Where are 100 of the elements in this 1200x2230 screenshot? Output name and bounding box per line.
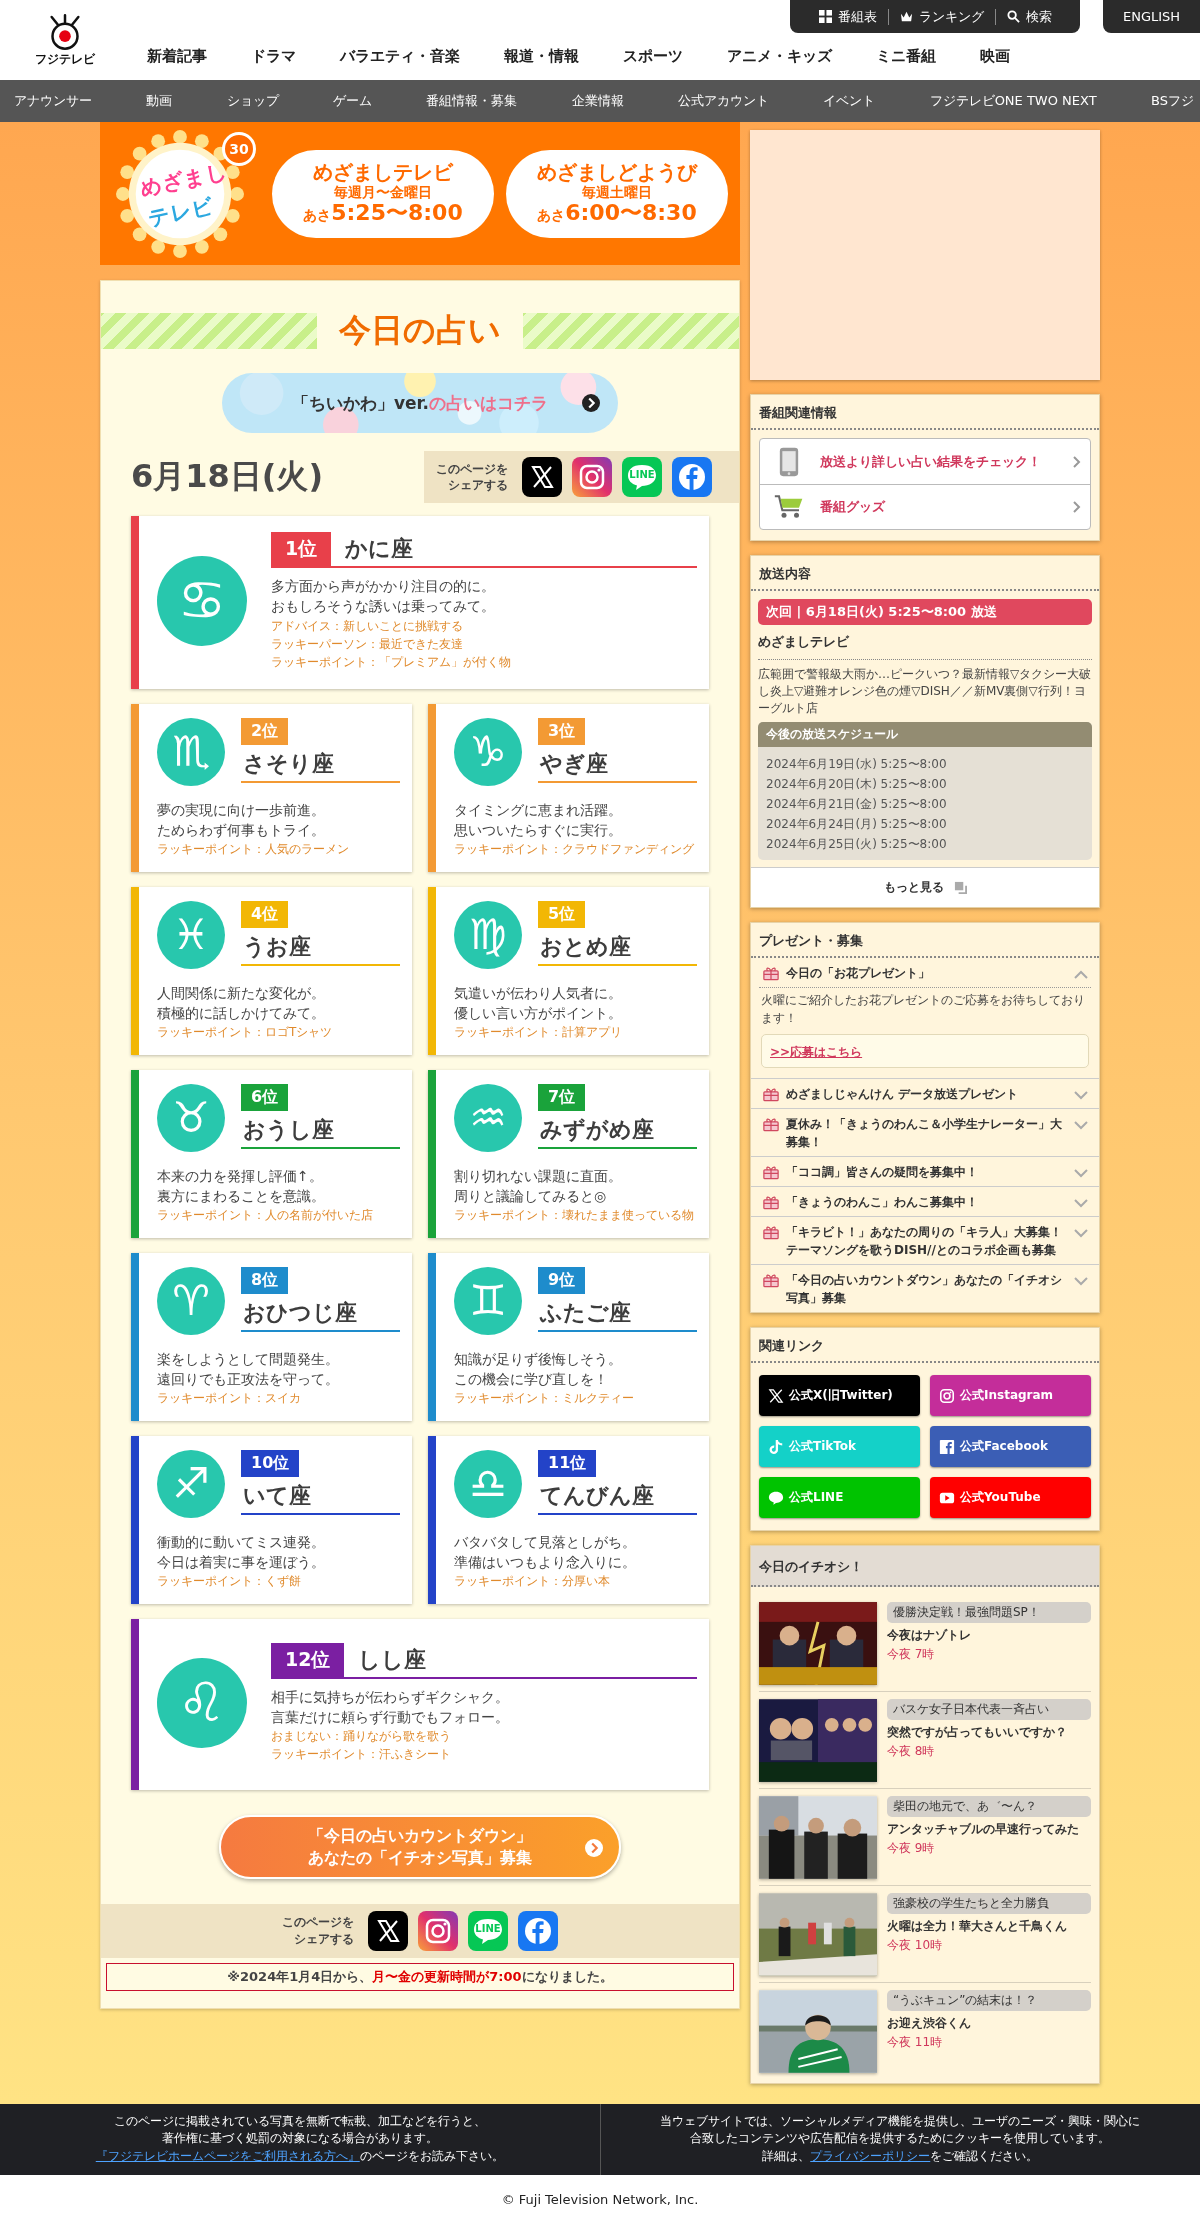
line-logo-icon: [768, 1489, 784, 1506]
accordion-item[interactable]: 「ココ調」皆さんの疑問を募集中！: [751, 1157, 1099, 1187]
fortune-text: タイミングに恵まれ活躍。 思いついたらすぐに実行。: [454, 800, 623, 840]
recommend-item[interactable]: 強豪校の学生たちと全力勝負 火曜は全力！華大さんと千鳥くん 今夜 10時: [759, 1885, 1091, 1983]
gift-icon: [763, 1087, 779, 1103]
zodiac-icon: ♉: [157, 1083, 225, 1152]
related-link[interactable]: 番組グッズ: [760, 484, 1090, 529]
chevron-down-icon: [1073, 1276, 1089, 1287]
accordion-item[interactable]: 「キラビト！」あなたの周りの「キラ人」大募集！テーマソングを歌うDISH//とのコラボ企画も募集: [751, 1217, 1099, 1265]
footer-link[interactable]: プライバシーポリシー: [810, 2148, 931, 2163]
sign-name: いて座: [243, 1481, 311, 1510]
social-link-button[interactable]: 公式YouTube: [930, 1477, 1091, 1519]
lucky-text: ラッキーポイント：汗ふきシート: [271, 1746, 452, 1764]
chevron-down-icon: [1073, 1120, 1089, 1131]
more-link[interactable]: もっと見る: [751, 867, 1099, 908]
chevron-right-icon: [1070, 500, 1082, 514]
zodiac-icon: ♋: [157, 556, 247, 647]
zodiac-icon: ♑: [454, 717, 522, 786]
subnav-link[interactable]: 番組情報・募集: [426, 92, 518, 110]
zodiac-icon: ♎: [454, 1449, 522, 1518]
subnav-link[interactable]: 動画: [146, 92, 173, 110]
accordion-item[interactable]: 今日の「お花プレゼント」: [751, 958, 1099, 988]
recommend-item[interactable]: バスケ女子日本代表一斉占い 突然ですが占ってもいいですか？ 今夜 8時: [759, 1691, 1091, 1789]
apply-link[interactable]: >>応募はこちら: [770, 1045, 863, 1060]
footer-link[interactable]: 『フジテレビホームページをご利用される方へ』: [95, 2148, 360, 2163]
schedule-date: 2024年6月25日(火) 5:25〜8:00: [766, 836, 948, 854]
fortune-text: 多方面から声がかかり注目の的に。 おもしろそうな誘いは乗ってみて。: [271, 577, 496, 617]
subnav-link[interactable]: ゲーム: [333, 92, 372, 110]
fortune-text: 気遣いが伝わり人気者に。 優しい言い方がポイント。: [454, 983, 623, 1023]
panel-title: プレゼント・募集: [751, 923, 1099, 959]
sign-name: てんびん座: [540, 1481, 654, 1510]
accordion-item[interactable]: めざましじゃんけん データ放送プレゼント: [751, 1079, 1099, 1109]
recommend-item[interactable]: 柴田の地元で、あ゛〜ん？ アンタッチャブルの早速行ってみた 今夜 9時: [759, 1788, 1091, 1886]
lucky-text: ラッキーポイント：壊れたまま使っている物: [454, 1207, 695, 1225]
utility-link[interactable]: ランキング: [887, 8, 995, 25]
external-window-icon: [953, 881, 967, 895]
rank-label: 1位: [271, 532, 332, 566]
recommend-item[interactable]: “うぶキュン”の結末は！？ お迎え渋谷くん 今夜 11時: [759, 1982, 1091, 2080]
accordion-item[interactable]: 「きょうのわんこ」わんこ募集中！: [751, 1187, 1099, 1217]
subnav-link[interactable]: 企業情報: [571, 92, 624, 110]
nav-link[interactable]: 映画: [980, 47, 1010, 66]
panel-title: 放送内容: [751, 556, 1099, 591]
chevron-down-icon: [1073, 1168, 1089, 1179]
accordion-item[interactable]: 「今日の占いカウントダウン」あなたの「イチオシ写真」募集: [751, 1265, 1099, 1313]
lucky-text: ラッキーポイント：スイカ: [157, 1390, 302, 1408]
nav-link[interactable]: アニメ・キッズ: [727, 47, 832, 66]
nav-link[interactable]: 新着記事: [147, 47, 207, 66]
instagram-logo-icon[interactable]: [572, 457, 612, 497]
subnav-link[interactable]: アナウンサー: [14, 92, 92, 110]
accordion-item[interactable]: 夏休み！「きょうのわんこ＆小学生ナレーター」大募集！: [751, 1109, 1099, 1157]
x-logo-icon: [768, 1387, 784, 1404]
broadcast-time: 6:00〜8:30: [565, 200, 697, 226]
nav-link[interactable]: スポーツ: [623, 47, 683, 66]
rank-label: 7位: [538, 1083, 586, 1111]
program-tag: バスケ女子日本代表一斉占い: [887, 1699, 1091, 1721]
chevron-down-icon: [1073, 1228, 1089, 1239]
air-time: 今夜 7時: [887, 1646, 936, 1664]
subnav-link[interactable]: イベント: [823, 92, 876, 110]
nav-link[interactable]: ミニ番組: [876, 47, 936, 66]
footer-notice: 当ウェブサイトでは、ソーシャルメディア機能を提供し、ユーザのニーズ・興味・関心に 合致したコンテンツや広告配信を提供するためにクッキーを使用しています。 詳細は、プライバシーポリシーをご確認ください。: [599, 2104, 1200, 2175]
gift-icon: [763, 1273, 779, 1289]
social-link-button[interactable]: 公式Facebook: [930, 1426, 1091, 1468]
sign-name: やぎ座: [540, 749, 608, 778]
utility-link[interactable]: 番組表: [807, 8, 888, 25]
lucky-text: おまじない：踊りながら歌を歌う: [271, 1728, 452, 1746]
nav-link[interactable]: バラエティ・音楽: [340, 47, 460, 66]
rank-label: 3位: [538, 717, 586, 745]
program-title: 突然ですが占ってもいいですか？: [887, 1724, 1068, 1742]
nav-link[interactable]: ドラマ: [251, 47, 296, 66]
copyright-text: © Fuji Television Network, Inc.: [500, 2191, 700, 2207]
instagram-logo-icon[interactable]: [418, 1910, 458, 1951]
gift-icon: [763, 1117, 779, 1133]
panel-title: 関連リンク: [751, 1328, 1099, 1364]
zodiac-icon: ♒: [454, 1083, 522, 1152]
logo-text[interactable]: フジテレビ: [35, 51, 95, 68]
x-logo-icon[interactable]: [368, 1910, 408, 1951]
subnav-link[interactable]: フジテレビONE TWO NEXT: [929, 92, 1097, 110]
nav-link[interactable]: 報道・情報: [504, 47, 579, 66]
instagram-logo-icon: [939, 1387, 955, 1404]
subnav-link[interactable]: BSフジ: [1151, 92, 1194, 110]
x-logo-icon[interactable]: [522, 457, 562, 497]
broadcast-days: 毎週月〜金曜日: [334, 184, 432, 201]
schedule-title: 今後の放送スケジュール: [758, 722, 1092, 748]
subnav-link[interactable]: ショップ: [226, 92, 279, 110]
english-link[interactable]: ENGLISH: [1103, 0, 1200, 33]
subnav-link[interactable]: 公式アカウント: [677, 92, 769, 110]
share-label: このページを シェアする: [282, 1914, 354, 1947]
chevron-up-icon: [1073, 969, 1089, 980]
fortune-text: 楽をしようとして問題発生。 遠回りでも正攻法を守って。: [157, 1349, 340, 1389]
facebook-logo-icon[interactable]: [672, 457, 712, 497]
social-link-button[interactable]: 公式Instagram: [930, 1375, 1091, 1417]
broadcast-time: 5:25〜8:00: [331, 200, 463, 226]
utility-link[interactable]: 検索: [994, 8, 1063, 25]
recommend-item[interactable]: 優勝決定戦！最強問題SP！ 今夜はナゾトレ 今夜 7時: [759, 1595, 1091, 1692]
related-link[interactable]: 放送より詳しい占い結果をチェック！: [760, 439, 1090, 484]
promo-banner[interactable]: 「ちいかわ」ver.の占いはコチラ: [222, 373, 618, 433]
social-link-button[interactable]: 公式X(旧Twitter): [759, 1375, 920, 1417]
program-title: めざましテレビ: [313, 161, 453, 185]
air-time: 今夜 11時: [887, 2034, 944, 2052]
facebook-logo-icon[interactable]: [518, 1910, 558, 1951]
